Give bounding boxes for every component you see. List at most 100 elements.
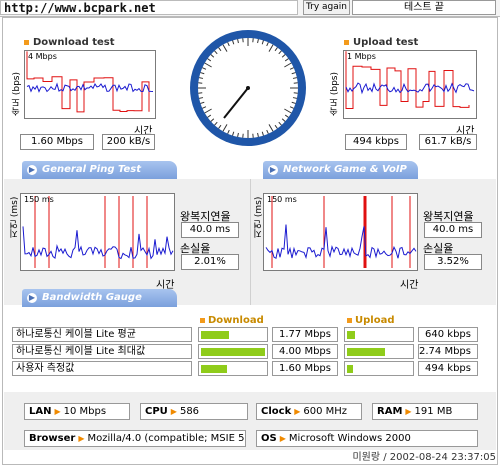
upload-bar (344, 344, 414, 359)
clock-label: Clock (261, 406, 292, 417)
ping-loss-value: 2.01% (181, 254, 239, 270)
game-time-label: 시간 (400, 280, 419, 291)
download-graph-svg (26, 51, 154, 113)
game-rtt-value: 40.0 ms (424, 222, 482, 238)
ram-label: RAM (377, 406, 403, 417)
upload-test-label: Upload test (353, 37, 419, 48)
triangle-icon: ▶ (279, 434, 286, 443)
ping-rtt-value: 40.0 ms (181, 222, 239, 238)
tab-network-game[interactable]: ▶Network Game & VoIP Test (263, 161, 418, 193)
bandwidth-row-label: 하나로통신 케이블 Lite 평균 (12, 327, 192, 342)
upload-value: 2.74 Mbps (418, 344, 478, 359)
browser-info: Browser ▶ Mozilla/4.0 (compatible; MSIE 5.… (24, 430, 246, 447)
clock-info: Clock ▶ 600 MHz (256, 403, 362, 420)
download-bar-fill (201, 348, 265, 356)
ping-red-markers (34, 196, 148, 268)
tab-bandwidth-gauge-label: Bandwidth Gauge (42, 292, 142, 303)
download-graph: 4 Mbps (24, 50, 156, 119)
lan-info: LAN ▶ 10 Mbps (24, 403, 130, 420)
triangle-icon: ▶ (54, 407, 61, 416)
triangle-icon: ▶ (170, 407, 177, 416)
game-red-markers (271, 196, 411, 268)
download-blue-series (26, 82, 154, 93)
game-graph-svg (265, 196, 417, 268)
arrow-right-icon: ▶ (27, 293, 37, 303)
download-axis-label: 속도 (bps) (12, 72, 22, 116)
upload-value: 494 kbps (418, 361, 478, 376)
footer-timestamp: 미원랑 / 2002-08-24 23:37:05 (352, 452, 496, 463)
os-label: OS (261, 433, 277, 444)
ping-graph: 150 ms (20, 193, 175, 271)
upload-blue-series (345, 82, 475, 95)
tab-general-ping[interactable]: ▶ General Ping Test (22, 161, 177, 179)
download-bar (198, 327, 268, 342)
tab-bandwidth-gauge[interactable]: ▶ Bandwidth Gauge (22, 289, 177, 307)
clock-value: 600 MHz (303, 406, 348, 417)
lan-label: LAN (29, 406, 52, 417)
lan-value: 10 Mbps (63, 406, 107, 417)
watermark: http://www.bcpark.net (4, 1, 156, 15)
download-test-title: Download test (24, 37, 115, 48)
download-value: 1.60 Mbps (272, 361, 338, 376)
bullet-icon (347, 317, 352, 323)
upload-bar (344, 361, 414, 376)
upload-bar (344, 327, 414, 342)
browser-label: Browser (29, 433, 76, 444)
upload-value: 640 kbps (418, 327, 478, 342)
upload-scale: 1 Mbps (347, 52, 376, 61)
bullet-icon (344, 39, 349, 45)
download-speed-kbs: 200 kB/s (102, 134, 155, 150)
game-blue-series (265, 224, 417, 260)
game-graph: 150 ms (263, 193, 418, 271)
download-test-label: Download test (33, 37, 115, 48)
os-value: Microsoft Windows 2000 (288, 433, 411, 444)
ping-graph-svg (22, 196, 174, 268)
tab-general-ping-label: General Ping Test (42, 164, 142, 175)
bandwidth-upload-header-label: Upload (355, 315, 395, 326)
cpu-info: CPU ▶ 586 (140, 403, 248, 420)
upload-graph: 1 Mbps (343, 50, 477, 119)
ram-info: RAM ▶ 191 MB (372, 403, 478, 420)
triangle-icon: ▶ (78, 434, 85, 443)
download-value: 4.00 Mbps (272, 344, 338, 359)
bullet-icon (200, 317, 205, 323)
bullet-icon (24, 39, 29, 45)
upload-speed-kbps: 494 kbps (345, 134, 407, 150)
cpu-value: 586 (179, 406, 200, 417)
gauge-hub (246, 86, 250, 90)
download-bar-fill (201, 331, 229, 339)
download-bar (198, 361, 268, 376)
download-speed-mbps: 1.60 Mbps (20, 134, 94, 150)
cpu-label: CPU (145, 406, 168, 417)
os-info: OS ▶ Microsoft Windows 2000 (256, 430, 478, 447)
top-bar: http://www.bcpark.net Try again 테스트 끝 (0, 0, 500, 17)
upload-bar-fill (347, 331, 355, 339)
browser-value: Mozilla/4.0 (compatible; MSIE 5.0 (87, 433, 246, 444)
upload-bar-fill (347, 348, 385, 356)
ram-value: 191 MB (414, 406, 453, 417)
upload-speed-kbs: 61.7 kB/s (419, 134, 477, 150)
arrow-right-icon: ▶ (268, 165, 278, 175)
try-again-button[interactable]: Try again (303, 0, 350, 15)
download-value: 1.77 Mbps (272, 327, 338, 342)
game-loss-value: 3.52% (424, 254, 482, 270)
download-bar (198, 344, 268, 359)
triangle-icon: ▶ (294, 407, 301, 416)
end-test-button[interactable]: 테스트 끝 (352, 0, 496, 15)
game-scale: 150 ms (267, 195, 297, 204)
upload-graph-svg (345, 51, 475, 109)
bandwidth-download-header: Download (200, 315, 264, 326)
download-bar-fill (201, 365, 227, 373)
ping-divider (250, 179, 251, 305)
bandwidth-download-header-label: Download (208, 315, 264, 326)
ping-scale: 150 ms (24, 195, 54, 204)
ping-blue-series (22, 226, 174, 260)
download-scale: 4 Mbps (28, 52, 57, 61)
upload-axis-label: 속도 (bps) (330, 72, 340, 116)
upload-test-title: Upload test (344, 37, 418, 48)
bandwidth-row-label: 하나로통신 케이블 Lite 최대값 (12, 344, 192, 359)
bandwidth-row-label: 사용자 측정값 (12, 361, 192, 376)
bandwidth-upload-header: Upload (347, 315, 394, 326)
speed-gauge (190, 30, 306, 146)
arrow-right-icon: ▶ (27, 165, 37, 175)
